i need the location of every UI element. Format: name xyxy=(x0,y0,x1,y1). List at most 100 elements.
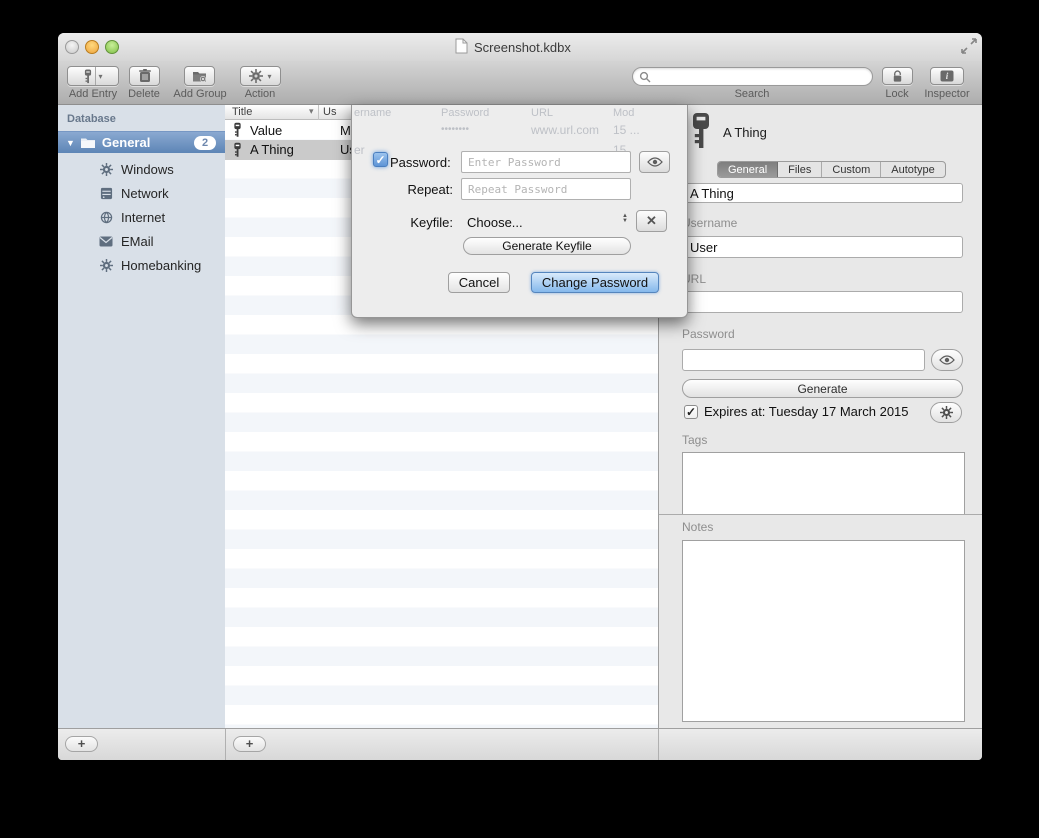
server-icon xyxy=(98,187,114,200)
add-group-footer-button[interactable]: + xyxy=(65,736,98,752)
password-field[interactable] xyxy=(682,349,925,371)
column-title[interactable]: Title xyxy=(232,106,252,118)
ghost-username-rest: er xyxy=(354,143,365,157)
fullscreen-icon[interactable] xyxy=(960,37,978,55)
sidebar-item-network[interactable]: Network xyxy=(58,181,225,205)
minimize-button[interactable] xyxy=(85,40,99,54)
sidebar-item-windows[interactable]: Windows xyxy=(58,157,225,181)
document-icon xyxy=(455,38,468,54)
ghost-header-password: Password xyxy=(441,107,489,119)
sort-indicator-icon: ▾ xyxy=(309,106,314,117)
generate-keyfile-button[interactable]: Generate Keyfile xyxy=(463,237,631,255)
sidebar-item-label: Windows xyxy=(121,162,174,177)
folder-icon xyxy=(80,137,96,149)
group-label: General xyxy=(102,135,150,150)
add-entry-label: Add Entry xyxy=(67,88,119,100)
keyfile-popup[interactable]: Choose... xyxy=(467,215,523,230)
toolbar: ▾ ▾ xyxy=(58,61,982,105)
ghost-header-modified: Mod xyxy=(613,107,634,119)
close-button[interactable] xyxy=(65,40,79,54)
action-button[interactable]: ▾ xyxy=(240,66,281,86)
mail-icon xyxy=(98,236,114,247)
sidebar-item-label: Network xyxy=(121,186,169,201)
ghost-password-dots: •••••••• xyxy=(441,124,469,135)
key-icon xyxy=(691,112,711,150)
sidebar-item-homebanking[interactable]: Homebanking xyxy=(58,253,225,277)
add-group-button[interactable] xyxy=(184,66,215,86)
change-password-button[interactable]: Change Password xyxy=(531,272,659,293)
cancel-button[interactable]: Cancel xyxy=(448,272,510,293)
repeat-input[interactable] xyxy=(461,178,631,200)
folder-plus-icon xyxy=(192,70,207,83)
entry-title-heading: A Thing xyxy=(723,125,767,140)
password-checkbox[interactable]: ✓ xyxy=(373,152,388,167)
password-label: Password xyxy=(682,327,735,341)
ghost-modified-1: 15 ... xyxy=(613,123,640,137)
pane-divider xyxy=(225,729,226,760)
title-field[interactable] xyxy=(682,183,963,203)
stepper-icon[interactable]: ▲▼ xyxy=(622,214,628,224)
titlebar: Screenshot.kdbx xyxy=(58,33,982,61)
sidebar-item-email[interactable]: EMail xyxy=(58,229,225,253)
tab-general[interactable]: General xyxy=(718,162,778,177)
sidebar-item-label: Internet xyxy=(121,210,165,225)
tab-custom[interactable]: Custom xyxy=(822,162,881,177)
expires-gear-button[interactable] xyxy=(930,402,962,423)
gear-icon xyxy=(98,259,114,272)
tags-label: Tags xyxy=(682,433,707,447)
show-password-button[interactable] xyxy=(639,151,670,173)
expires-label: Expires at: Tuesday 17 March 2015 xyxy=(704,404,909,419)
lock-open-icon xyxy=(891,70,904,83)
sidebar-item-internet[interactable]: Internet xyxy=(58,205,225,229)
notes-textarea[interactable] xyxy=(682,540,965,722)
tags-textarea[interactable] xyxy=(682,452,965,514)
footer-bar: + + xyxy=(58,728,982,760)
column-username[interactable]: Us xyxy=(323,106,336,118)
ghost-header-url: URL xyxy=(531,107,553,119)
generate-button[interactable]: Generate xyxy=(682,379,963,398)
ghost-url: www.url.com xyxy=(531,123,599,137)
info-icon: i xyxy=(940,70,954,82)
change-password-sheet: ername Password URL Mod •••••••• www.url… xyxy=(351,105,688,318)
disclosure-triangle-icon[interactable]: ▼ xyxy=(66,138,75,148)
repeat-label: Repeat: xyxy=(390,182,453,197)
password-label: Password: xyxy=(390,155,456,170)
action-label: Action xyxy=(234,88,286,100)
entry-title: Value xyxy=(250,123,282,138)
inspector-button[interactable]: i xyxy=(930,67,964,85)
delete-button[interactable] xyxy=(129,66,160,86)
username-field[interactable] xyxy=(682,236,963,258)
inspector-panel: A Thing General Files Custom Autotype Us… xyxy=(658,105,982,728)
tab-autotype[interactable]: Autotype xyxy=(881,162,944,177)
entry-title: A Thing xyxy=(250,142,294,157)
sidebar-item-label: Homebanking xyxy=(121,258,201,273)
tab-files[interactable]: Files xyxy=(778,162,822,177)
sidebar-item-general[interactable]: ▼ General 2 xyxy=(58,131,225,153)
gear-icon xyxy=(940,406,953,419)
search-field[interactable] xyxy=(632,67,873,86)
add-entry-button[interactable]: ▾ xyxy=(67,66,119,86)
lock-button[interactable] xyxy=(882,67,913,85)
url-field[interactable] xyxy=(682,291,963,313)
password-input[interactable] xyxy=(461,151,631,173)
notes-label: Notes xyxy=(682,520,713,534)
add-group-label: Add Group xyxy=(170,88,230,100)
search-label: Search xyxy=(722,88,782,100)
entry-count-badge: 2 xyxy=(194,136,216,150)
username-label: Username xyxy=(682,216,737,230)
app-window: Screenshot.kdbx ▾ xyxy=(58,33,982,760)
gear-icon xyxy=(98,163,114,176)
column-divider xyxy=(318,105,319,120)
show-password-button[interactable] xyxy=(931,349,963,371)
delete-label: Delete xyxy=(118,88,170,100)
chevron-down-icon: ▾ xyxy=(98,72,102,81)
add-entry-footer-button[interactable]: + xyxy=(233,736,266,752)
search-input[interactable] xyxy=(651,69,872,84)
key-icon xyxy=(233,142,242,158)
expires-checkbox[interactable]: ✓ xyxy=(684,405,698,419)
eye-icon xyxy=(939,355,955,365)
clear-keyfile-button[interactable]: ✕ xyxy=(636,210,667,232)
zoom-button[interactable] xyxy=(105,40,119,54)
eye-icon xyxy=(647,157,663,167)
gear-icon xyxy=(249,69,263,83)
